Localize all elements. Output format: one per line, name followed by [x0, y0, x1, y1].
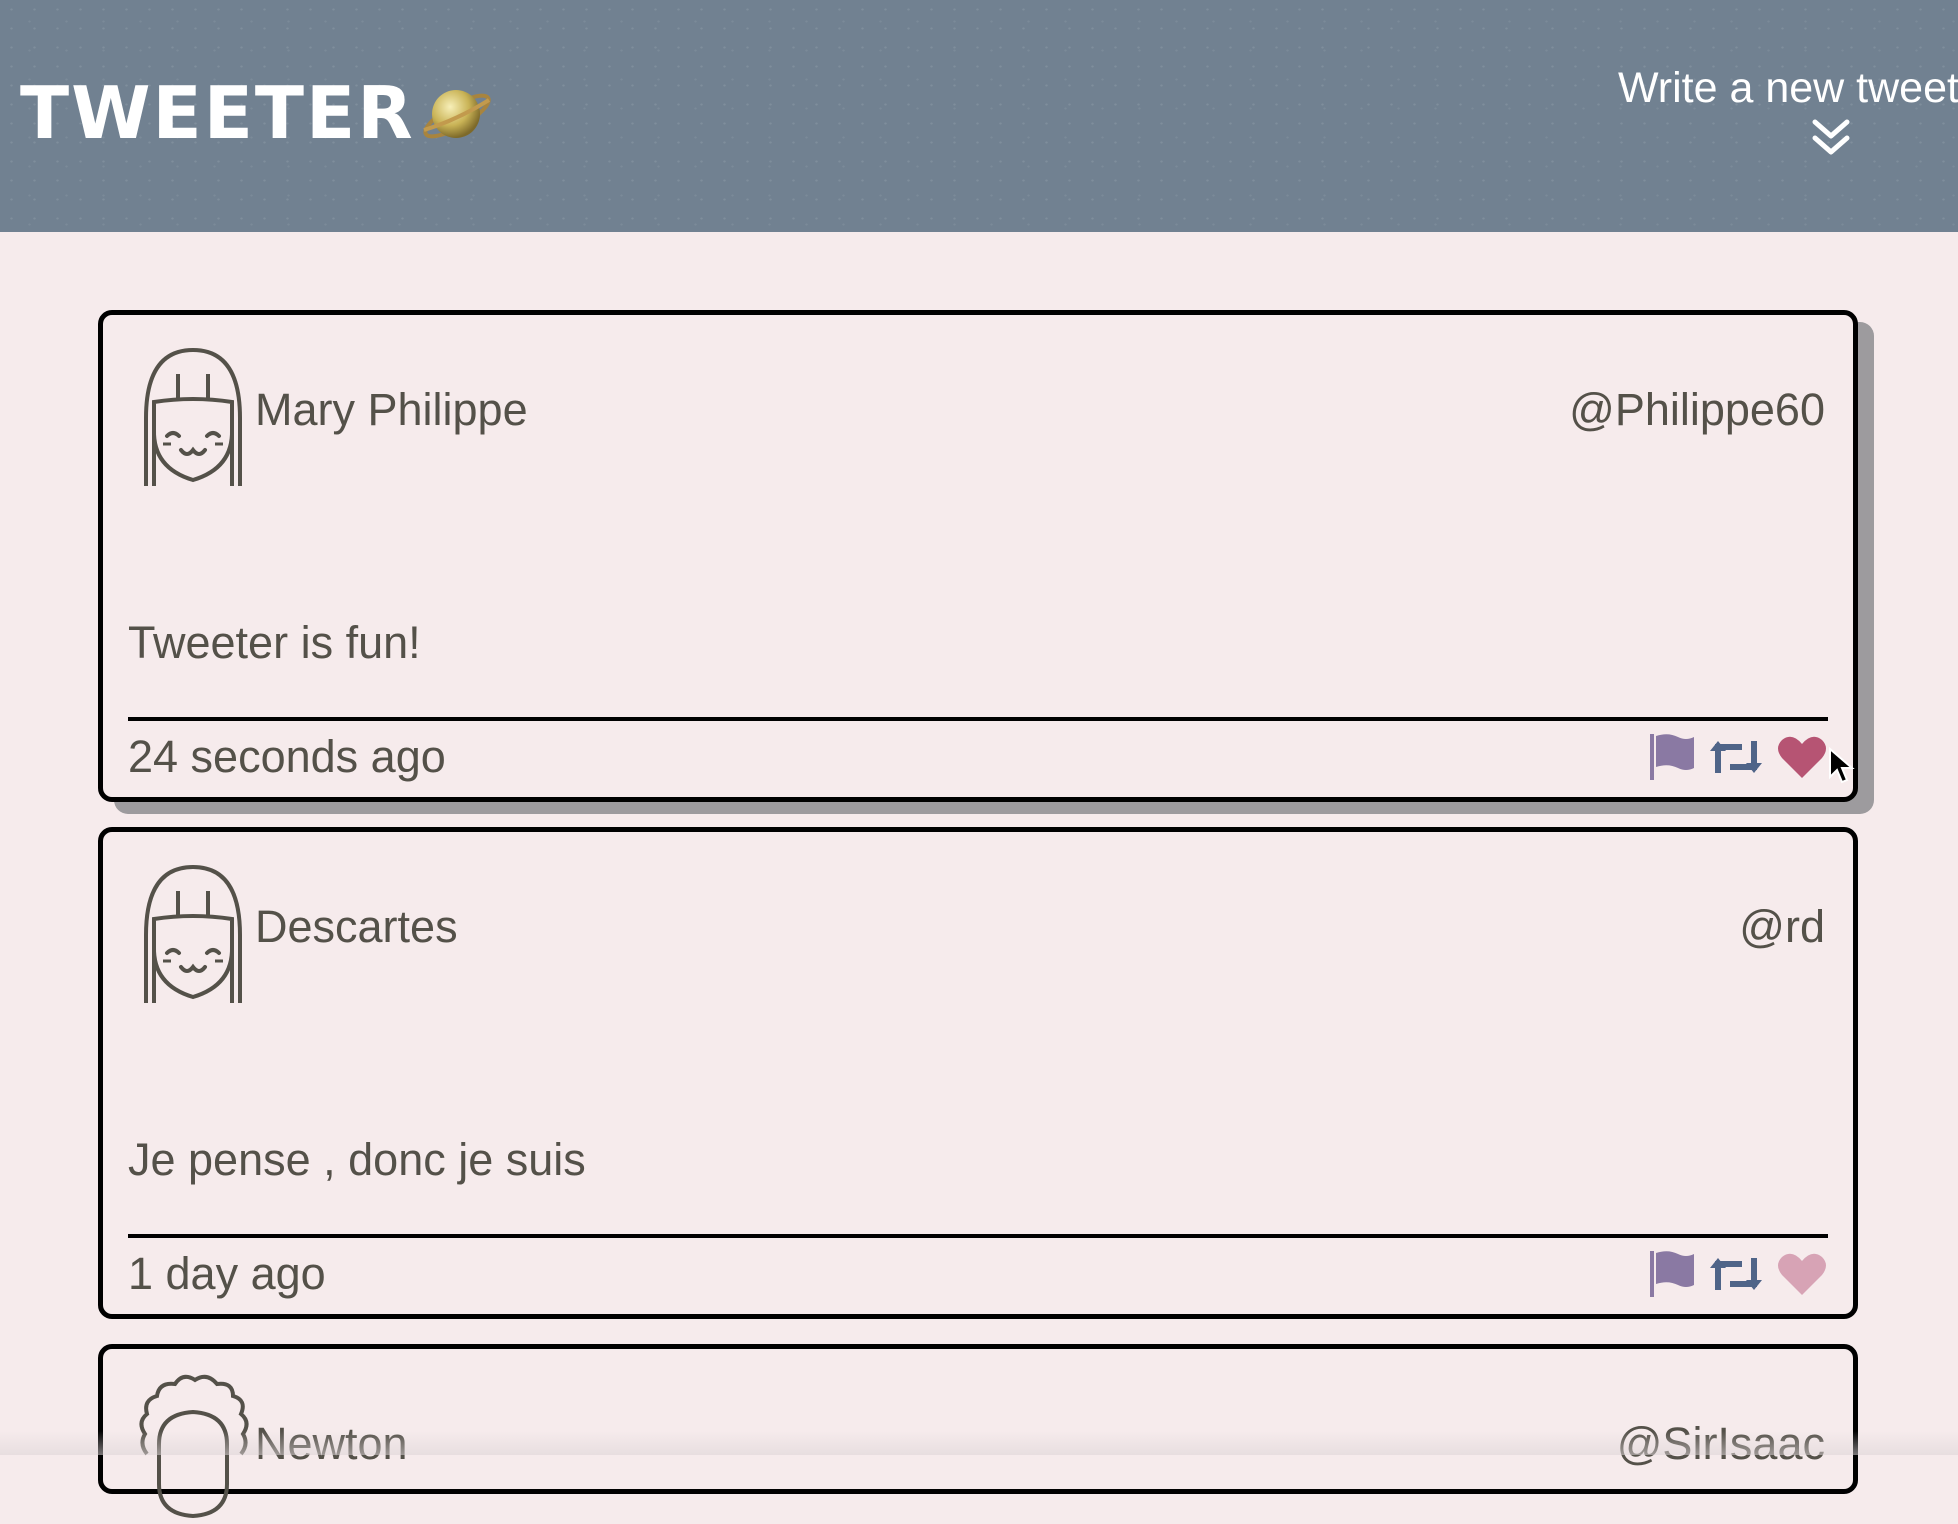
double-chevron-down-icon[interactable]	[1809, 116, 1853, 160]
tweet-header: Newton @SirIsaac	[133, 1374, 1825, 1524]
girl-face-avatar	[133, 857, 253, 1007]
logo: TWEETER	[20, 72, 495, 154]
tweet-timestamp: 24 seconds ago	[128, 725, 446, 789]
tweet-actions	[1646, 1242, 1828, 1306]
author-name: Descartes	[255, 901, 458, 953]
author-handle: @Philippe60	[1569, 384, 1825, 436]
tweet-divider	[128, 717, 1828, 721]
mouse-cursor-icon	[1827, 747, 1857, 787]
girl-face-avatar	[133, 340, 253, 490]
compose-label[interactable]: Write a new tweet	[1618, 62, 1958, 114]
retweet-icon[interactable]	[1708, 1254, 1764, 1294]
tweet-timestamp: 1 day ago	[128, 1242, 326, 1306]
tweet-divider	[128, 1234, 1828, 1238]
tweet-text: Tweeter is fun!	[128, 615, 421, 671]
flag-icon[interactable]	[1646, 1249, 1696, 1299]
author-name: Mary Philippe	[255, 384, 528, 436]
write-new-tweet-toggle[interactable]: Write a new tweet	[1618, 62, 1958, 160]
tweet-feed: Mary Philippe @Philippe60 Tweeter is fun…	[98, 310, 1858, 1494]
curly-hair-avatar	[133, 1374, 253, 1524]
tweet-text: Je pense , donc je suis	[128, 1132, 586, 1188]
author-name: Newton	[255, 1418, 408, 1470]
planet-icon	[417, 76, 495, 154]
logo-text: TWEETER	[20, 72, 415, 154]
author-handle: @rd	[1739, 901, 1825, 953]
author-handle: @SirIsaac	[1617, 1418, 1825, 1470]
tweet-header: Mary Philippe @Philippe60	[133, 340, 1825, 490]
tweet-card: Newton @SirIsaac	[98, 1344, 1858, 1494]
tweet-card: Mary Philippe @Philippe60 Tweeter is fun…	[98, 310, 1858, 802]
tweet-header: Descartes @rd	[133, 857, 1825, 1007]
retweet-icon[interactable]	[1708, 737, 1764, 777]
flag-icon[interactable]	[1646, 732, 1696, 782]
heart-icon[interactable]	[1776, 1251, 1828, 1297]
top-nav: TWEETER Write a new tweet	[0, 0, 1958, 232]
heart-icon[interactable]	[1776, 734, 1828, 780]
tweet-card: Descartes @rd Je pense , donc je suis 1 …	[98, 827, 1858, 1319]
tweet-actions	[1646, 725, 1828, 789]
